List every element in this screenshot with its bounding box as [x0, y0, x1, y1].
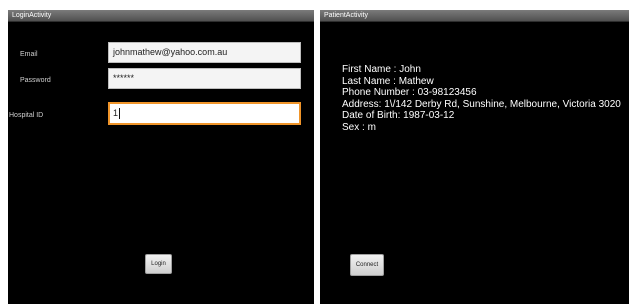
- password-label: Password: [20, 77, 51, 84]
- screenshot-composite: LoginActivity Email johnmathew@yahoo.com…: [0, 0, 629, 304]
- hospital-id-value: 1: [113, 108, 119, 118]
- password-field[interactable]: ******: [108, 68, 301, 89]
- patient-title-bar: PatientActivity: [320, 10, 629, 22]
- text-cursor: [119, 108, 121, 120]
- login-button[interactable]: Login: [145, 254, 172, 274]
- connect-button[interactable]: Connect: [350, 254, 384, 276]
- email-label: Email: [20, 51, 38, 58]
- hospital-id-label: Hospital ID: [9, 112, 44, 119]
- email-field[interactable]: johnmathew@yahoo.com.au: [108, 42, 301, 63]
- sex-text: Sex : m: [342, 121, 376, 133]
- login-title-bar: LoginActivity: [8, 10, 314, 22]
- login-activity-screen: LoginActivity Email johnmathew@yahoo.com…: [8, 10, 314, 304]
- last-name-text: Last Name : Mathew: [342, 75, 434, 87]
- patient-details: First Name : John Last Name : Mathew Pho…: [342, 64, 621, 133]
- address-text: Address: 1\/142 Derby Rd, Sunshine, Melb…: [342, 98, 621, 110]
- phone-number-text: Phone Number : 03-98123456: [342, 87, 477, 98]
- patient-activity-screen: PatientActivity First Name : John Last N…: [320, 10, 629, 304]
- first-name-text: First Name : John: [342, 64, 421, 75]
- date-of-birth-text: Date of Birth: 1987-03-12: [342, 110, 455, 121]
- hospital-id-field[interactable]: 1: [108, 102, 301, 125]
